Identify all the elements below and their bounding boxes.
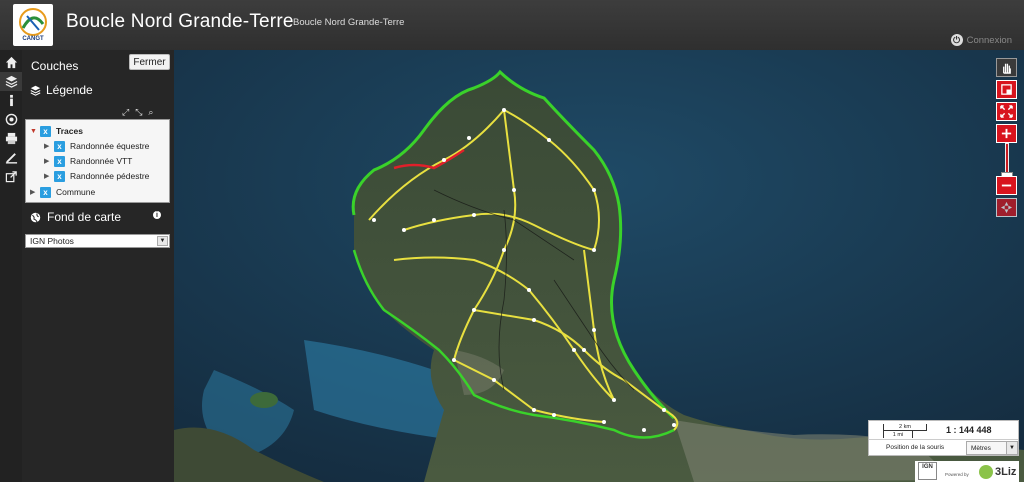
close-panel-button[interactable]: Fermer: [129, 54, 170, 70]
zoom-extent-icon[interactable]: [996, 102, 1017, 121]
zoom-out-button[interactable]: [996, 176, 1017, 195]
3liz-logo-mark: [979, 464, 993, 479]
expand-arrow-icon[interactable]: ▶: [44, 142, 54, 150]
scale-km-label: 2 km: [883, 424, 927, 431]
page-subtitle: Boucle Nord Grande-Terre: [293, 17, 405, 28]
layer-tree: ▼ x Traces ▶ x Randonnée équestre ▶ x Ra…: [25, 119, 170, 203]
page-title: Boucle Nord Grande-Terre: [66, 11, 294, 32]
pan-hand-icon[interactable]: [996, 58, 1017, 77]
unit-selected-value: Mètres: [971, 444, 991, 452]
map-canvas[interactable]: [174, 50, 1024, 482]
scale-mi-label: 1 mi: [883, 431, 913, 438]
powered-by-label: Powered by: [945, 472, 969, 477]
icon-sidebar: [0, 50, 22, 482]
chevron-down-icon: ▼: [1006, 442, 1017, 454]
3liz-logo-text: 3Liz: [995, 465, 1017, 478]
attribution-bar: IGN Powered by 3Liz: [915, 461, 1019, 482]
layer-checkbox[interactable]: x: [54, 140, 65, 152]
layer-checkbox[interactable]: x: [54, 170, 65, 182]
unit-select[interactable]: Mètres ▼: [966, 441, 1018, 455]
legend-title: Légende: [46, 83, 93, 97]
layer-label: Randonnée pédestre: [70, 171, 150, 181]
info-icon[interactable]: [0, 91, 22, 110]
connexion-label: Connexion: [966, 34, 1012, 46]
globe-icon: [30, 212, 41, 222]
layer-checkbox[interactable]: x: [40, 125, 51, 137]
top-header: CANGT Boucle Nord Grande-Terre Boucle No…: [0, 0, 1024, 50]
satellite-map: [174, 50, 1024, 482]
scale-ratio: 1 : 144 448: [946, 425, 992, 435]
layer-row-traces[interactable]: ▼ x Traces: [30, 124, 83, 138]
connexion-link[interactable]: ⏻ Connexion: [950, 34, 1012, 46]
layer-row-vtt[interactable]: ▶ x Randonnée VTT: [44, 154, 132, 168]
3liz-logo[interactable]: 3Liz: [979, 463, 1017, 480]
layers-icon[interactable]: [0, 72, 22, 91]
layers-panel: Couches Fermer Légende ⤢ ⤡ ⌕ ▼ x Traces …: [22, 50, 174, 482]
basemap-selected-value: IGN Photos: [30, 236, 74, 246]
mouse-position-label: Position de la souris: [886, 444, 945, 451]
locate-icon[interactable]: [0, 110, 22, 129]
zoom-box-icon[interactable]: [996, 80, 1017, 99]
layer-row-pedestre[interactable]: ▶ x Randonnée pédestre: [44, 169, 149, 183]
legend-header[interactable]: Légende: [30, 83, 93, 97]
layer-row-equestre[interactable]: ▶ x Randonnée équestre: [44, 139, 149, 153]
navigation-history-icon[interactable]: [996, 198, 1017, 217]
chevron-down-icon: ▼: [157, 236, 168, 246]
panel-title: Couches: [31, 59, 79, 73]
print-icon[interactable]: [0, 129, 22, 148]
measure-icon[interactable]: [0, 148, 22, 167]
layer-label: Randonnée équestre: [70, 141, 150, 151]
share-icon[interactable]: [0, 167, 22, 186]
scale-bar: 2 km 1 mi: [883, 424, 927, 438]
expand-arrow-icon[interactable]: ▶: [30, 188, 40, 196]
layer-checkbox[interactable]: x: [40, 186, 51, 198]
layer-label: Traces: [56, 126, 83, 136]
basemap-select[interactable]: IGN Photos ▼: [25, 234, 170, 248]
ign-logo[interactable]: IGN: [918, 462, 937, 480]
power-icon: ⏻: [950, 34, 963, 46]
map-toolbar: [996, 58, 1018, 146]
layer-checkbox[interactable]: x: [54, 155, 65, 167]
zoom-to-layer-icon[interactable]: ⌕: [148, 107, 153, 118]
zoom-in-button[interactable]: [996, 124, 1017, 143]
scale-panel: 2 km 1 mi 1 : 144 448 Position de la sou…: [868, 420, 1019, 456]
app-logo[interactable]: CANGT: [13, 4, 53, 46]
basemap-header: Fond de carte: [30, 210, 121, 224]
divider: [869, 439, 1018, 440]
layer-label: Commune: [56, 187, 96, 197]
expand-arrow-icon[interactable]: ▼: [30, 128, 40, 135]
svg-text:CANGT: CANGT: [22, 36, 44, 42]
expand-all-icon[interactable]: ⤢: [122, 107, 129, 118]
layers-icon: [30, 85, 41, 96]
layer-label: Randonnée VTT: [70, 156, 133, 166]
info-icon[interactable]: i: [153, 211, 161, 219]
expand-arrow-icon[interactable]: ▶: [44, 157, 54, 165]
legend-tools: ⤢ ⤡ ⌕: [122, 107, 153, 118]
basemap-title: Fond de carte: [47, 210, 122, 224]
expand-arrow-icon[interactable]: ▶: [44, 172, 54, 180]
collapse-all-icon[interactable]: ⤡: [135, 107, 142, 118]
layer-row-commune[interactable]: ▶ x Commune: [30, 185, 95, 199]
home-icon[interactable]: [0, 53, 22, 72]
